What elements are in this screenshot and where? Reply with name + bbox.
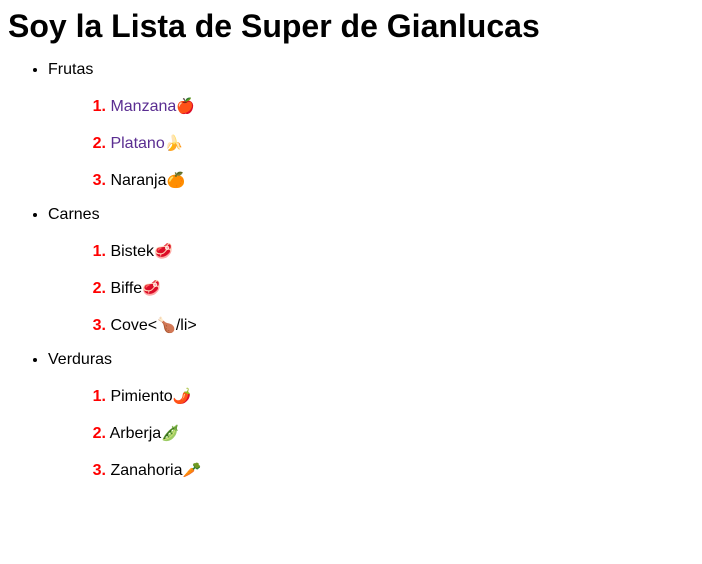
item-label: Bistek [110, 243, 155, 260]
item-suffix: /li> [175, 317, 197, 334]
item-emoji-icon: 🍊 [166, 172, 186, 189]
item-number: 1. [92, 388, 106, 405]
list-item: 1. Pimiento🌶️ [88, 386, 694, 407]
item-emoji-icon: 🥩 [154, 243, 173, 260]
item-emoji-icon: 🌶️ [172, 388, 192, 405]
list-item: 2. Arberja🫛 [88, 423, 694, 444]
item-list: 1. Bistek🥩 2. Biffe🥩 3. Cove<🍗/li> [48, 241, 694, 336]
list-item[interactable]: 1. Manzana🍎 [88, 96, 694, 117]
item-label: Zanahoria [110, 462, 183, 479]
item-label: Cove< [110, 317, 158, 334]
item-label[interactable]: Manzana [110, 98, 176, 115]
list-item: 3. Cove<🍗/li> [88, 315, 694, 336]
item-number: 3. [92, 462, 106, 479]
category-carnes: Carnes1. Bistek🥩2. Biffe🥩3. Cove<🍗/li> [48, 204, 694, 336]
item-list: 1. Pimiento🌶️ 2. Arberja🫛 3. Zanahoria🥕 [48, 386, 694, 481]
category-list: Frutas 1. Manzana🍎 2. Platano🍌 3. Naranja🍊 C… [8, 59, 694, 481]
item-emoji-icon: 🥕 [182, 462, 202, 479]
item-emoji-icon: 🥩 [142, 280, 161, 297]
item-number: 2. [92, 280, 106, 297]
category-label: Carnes [48, 206, 100, 223]
category-label: Frutas [48, 61, 94, 78]
list-item: 3. Naranja🍊 [88, 170, 694, 191]
list-item: 3. Zanahoria🥕 [88, 460, 694, 481]
item-number: 3. [92, 317, 106, 334]
item-emoji-icon: 🍌 [164, 135, 184, 152]
item-label: Arberja [109, 425, 162, 442]
page-title: Soy la Lista de Super de Gianlucas [8, 8, 540, 44]
item-list: 1. Manzana🍎 2. Platano🍌 3. Naranja🍊 [48, 96, 694, 191]
list-item[interactable]: 2. Platano🍌 [88, 133, 694, 154]
item-label: Biffe [110, 280, 143, 297]
category-verduras: Verduras 1. Pimiento🌶️ 2. Arberja🫛 3. Zanah… [48, 349, 694, 481]
item-number: 2. [92, 425, 106, 442]
item-number: 3. [92, 172, 106, 189]
item-label: Naranja [110, 172, 167, 189]
list-item: 1. Bistek🥩 [88, 241, 694, 262]
category-frutas: Frutas 1. Manzana🍎 2. Platano🍌 3. Naranja🍊 [48, 59, 694, 191]
item-emoji-icon: 🍗 [157, 317, 176, 334]
item-emoji-icon: 🫛 [161, 425, 180, 442]
category-label: Verduras [48, 351, 113, 368]
item-number: 1. [92, 243, 106, 260]
item-number: 2. [92, 135, 106, 152]
item-label: Pimiento [110, 388, 173, 405]
item-number: 1. [92, 98, 106, 115]
item-emoji-icon: 🍎 [176, 98, 195, 115]
list-item: 2. Biffe🥩 [88, 278, 694, 299]
item-label[interactable]: Platano [110, 135, 164, 152]
